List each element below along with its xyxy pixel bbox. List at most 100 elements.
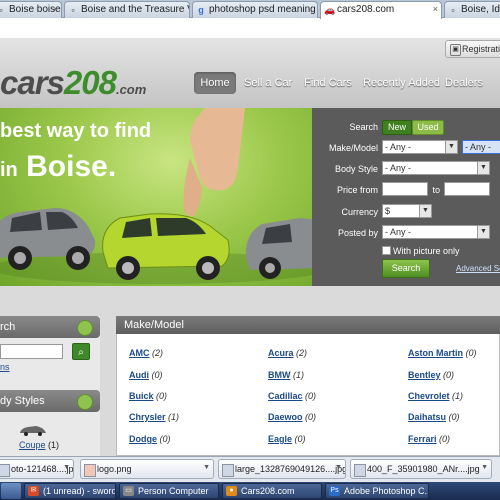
make-link[interactable]: BMW [268, 370, 291, 380]
registration-label: Registration [462, 44, 500, 54]
taskbar-item-email[interactable]: ✉ (1 unread) - swords... [24, 483, 116, 499]
download-item[interactable]: logo.png ▼ [80, 459, 214, 479]
download-filename: large_1328769049126....jpg [235, 464, 346, 474]
make-count: (0) [448, 412, 460, 422]
make-item-cadillac[interactable]: Cadillac (0) [268, 391, 316, 401]
posted-by-select[interactable]: - Any - ▼ [382, 225, 490, 239]
make-link[interactable]: Buick [129, 391, 154, 401]
download-item[interactable]: oto-121468....jpg ▼ [0, 459, 74, 479]
make-select-value: - Any - [385, 142, 412, 152]
make-item-chevrolet[interactable]: Chevrolet (1) [408, 391, 463, 401]
make-item-bmw[interactable]: BMW (1) [268, 370, 304, 380]
collapse-icon[interactable] [77, 394, 93, 410]
tab-cars208[interactable]: 🚗 cars208.com × [320, 1, 442, 19]
make-count: (0) [305, 412, 317, 422]
chevron-down-icon[interactable]: ▼ [203, 464, 210, 471]
price-to-input[interactable] [444, 182, 490, 196]
make-link[interactable]: Eagle [268, 434, 292, 444]
make-item-dodge[interactable]: Dodge (0) [129, 434, 171, 444]
make-link[interactable]: Cadillac [268, 391, 303, 401]
taskbar-item-photoshop[interactable]: Ps Adobe Photoshop C... [325, 483, 429, 499]
currency-select[interactable]: $ ▼ [382, 204, 432, 218]
make-link[interactable]: Daewoo [268, 412, 303, 422]
tab-boise-idaho[interactable]: ▫ Boise, Idah [444, 1, 500, 18]
sidebar-search-link[interactable]: ns [0, 362, 10, 372]
nav-sell-a-car[interactable]: Sell a Car [244, 72, 292, 94]
search-icon[interactable]: ⌕ [72, 343, 90, 360]
model-select[interactable]: - Any - [462, 140, 500, 154]
with-picture-checkbox[interactable] [382, 246, 391, 255]
computer-icon: ▭ [123, 486, 134, 496]
currency-value: $ [385, 206, 391, 216]
make-link[interactable]: Ferrari [408, 434, 437, 444]
make-link[interactable]: Acura [268, 348, 294, 358]
chevron-down-icon[interactable]: ▼ [481, 464, 488, 471]
registration-button[interactable]: ▣ Registration [445, 40, 500, 58]
chevron-down-icon[interactable]: ▼ [335, 464, 342, 471]
currency-label: Currency [341, 207, 378, 217]
chevron-down-icon: ▼ [445, 141, 457, 153]
taskbar-label: Cars208.com [241, 486, 295, 496]
site-logo[interactable]: cars208.com [0, 66, 146, 106]
make-item-amc[interactable]: AMC (2) [129, 348, 163, 358]
make-item-audi[interactable]: Audi (0) [129, 370, 163, 380]
coupe-item[interactable]: Coupe (1) [19, 440, 59, 450]
make-item-acura[interactable]: Acura (2) [268, 348, 307, 358]
logo-text: cars [0, 64, 65, 101]
used-toggle[interactable]: Used [412, 120, 444, 135]
make-item-bentley[interactable]: Bentley (0) [408, 370, 454, 380]
make-link[interactable]: Chrysler [129, 412, 166, 422]
make-item-daihatsu[interactable]: Daihatsu (0) [408, 412, 460, 422]
make-count: (0) [159, 434, 171, 444]
make-item-aston-martin[interactable]: Aston Martin (0) [408, 348, 477, 358]
taskbar-label: (1 unread) - swords... [43, 486, 115, 496]
download-item[interactable]: large_1328769049126....jpg ▼ [218, 459, 346, 479]
make-link[interactable]: Daihatsu [408, 412, 446, 422]
tab-boise-treasure-valley[interactable]: ▫ Boise and the Treasure Valle [64, 1, 190, 18]
advanced-search-link[interactable]: Advanced Sea [456, 264, 500, 273]
car-icon: 🚗 [324, 5, 336, 15]
make-item-daewoo[interactable]: Daewoo (0) [268, 412, 316, 422]
price-from-input[interactable] [382, 182, 428, 196]
hand-icon [190, 108, 245, 191]
taskbar-item-cars208[interactable]: ● Cars208.com [222, 483, 322, 499]
search-icon[interactable] [77, 320, 93, 336]
download-item[interactable]: 400_F_35901980_ANr....jpg ▼ [350, 459, 492, 479]
make-item-chrysler[interactable]: Chrysler (1) [129, 412, 179, 422]
coupe-car-icon[interactable] [18, 424, 48, 436]
make-select[interactable]: - Any - ▼ [382, 140, 458, 154]
make-item-eagle[interactable]: Eagle (0) [268, 434, 306, 444]
taskbar-item-person-computer[interactable]: ▭ Person Computer [119, 483, 219, 499]
nav-find-cars[interactable]: Find Cars [303, 72, 353, 94]
tab-photoshop-psd[interactable]: g photoshop psd meaning - G [192, 1, 318, 18]
coupe-link[interactable]: Coupe [19, 440, 46, 450]
body-style-select[interactable]: - Any - ▼ [382, 161, 490, 175]
make-count: (0) [151, 370, 163, 380]
make-item-ferrari[interactable]: Ferrari (0) [408, 434, 450, 444]
nav-home[interactable]: Home [194, 72, 236, 94]
close-icon[interactable]: × [433, 4, 438, 14]
make-link[interactable]: Audi [129, 370, 149, 380]
make-item-buick[interactable]: Buick (0) [129, 391, 167, 401]
nav-dealers[interactable]: Dealers [444, 72, 484, 94]
start-button[interactable] [1, 483, 21, 499]
page-icon: ▫ [451, 5, 455, 15]
logo-tld: .com [115, 82, 147, 97]
email-icon: ✉ [28, 486, 39, 496]
make-link[interactable]: Bentley [408, 370, 441, 380]
taskbar-label: Adobe Photoshop C... [344, 486, 429, 496]
sidebar-search-title: rch [0, 321, 16, 333]
tab-boise-boise[interactable]: ▫ Boise boise × [0, 1, 62, 18]
new-toggle[interactable]: New [382, 120, 412, 135]
close-icon[interactable]: × [53, 4, 58, 14]
make-link[interactable]: Dodge [129, 434, 157, 444]
make-link[interactable]: Chevrolet [408, 391, 450, 401]
make-link[interactable]: Aston Martin [408, 348, 463, 358]
sidebar-search-input[interactable] [0, 344, 63, 359]
with-picture-label: With picture only [393, 246, 460, 256]
nav-recently-added[interactable]: Recently Added [363, 72, 440, 94]
chevron-down-icon: ▼ [477, 162, 489, 174]
make-link[interactable]: AMC [129, 348, 150, 358]
search-button[interactable]: Search [382, 259, 430, 278]
chevron-down-icon[interactable]: ▼ [63, 464, 70, 471]
